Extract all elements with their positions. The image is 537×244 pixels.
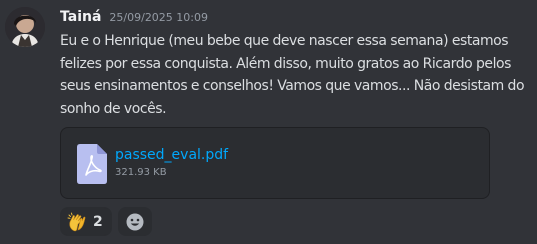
- file-size: 321.93 KB: [115, 167, 167, 178]
- username[interactable]: Tainá: [60, 9, 101, 25]
- message-text: Eu e o Henrique (meu bebe que deve nasce…: [60, 33, 528, 117]
- message-header: Tainá 25/09/2025 10:09: [60, 9, 208, 27]
- smiley-icon: [126, 213, 144, 230]
- reaction-clapping-hands[interactable]: 2: [60, 207, 112, 236]
- add-reaction-button[interactable]: [117, 207, 152, 236]
- pdf-file-icon: [77, 144, 107, 184]
- clapping-hands-icon: [67, 212, 86, 231]
- file-name-link[interactable]: passed_eval.pdf: [115, 147, 228, 163]
- timestamp: 25/09/2025 10:09: [109, 11, 209, 24]
- user-avatar[interactable]: [5, 7, 45, 47]
- reactions-bar: 2: [60, 207, 152, 236]
- file-attachment[interactable]: passed_eval.pdf 321.93 KB: [60, 127, 490, 199]
- reaction-count: 2: [93, 213, 103, 230]
- chat-message: Tainá 25/09/2025 10:09 Eu e o Henrique (…: [0, 0, 537, 244]
